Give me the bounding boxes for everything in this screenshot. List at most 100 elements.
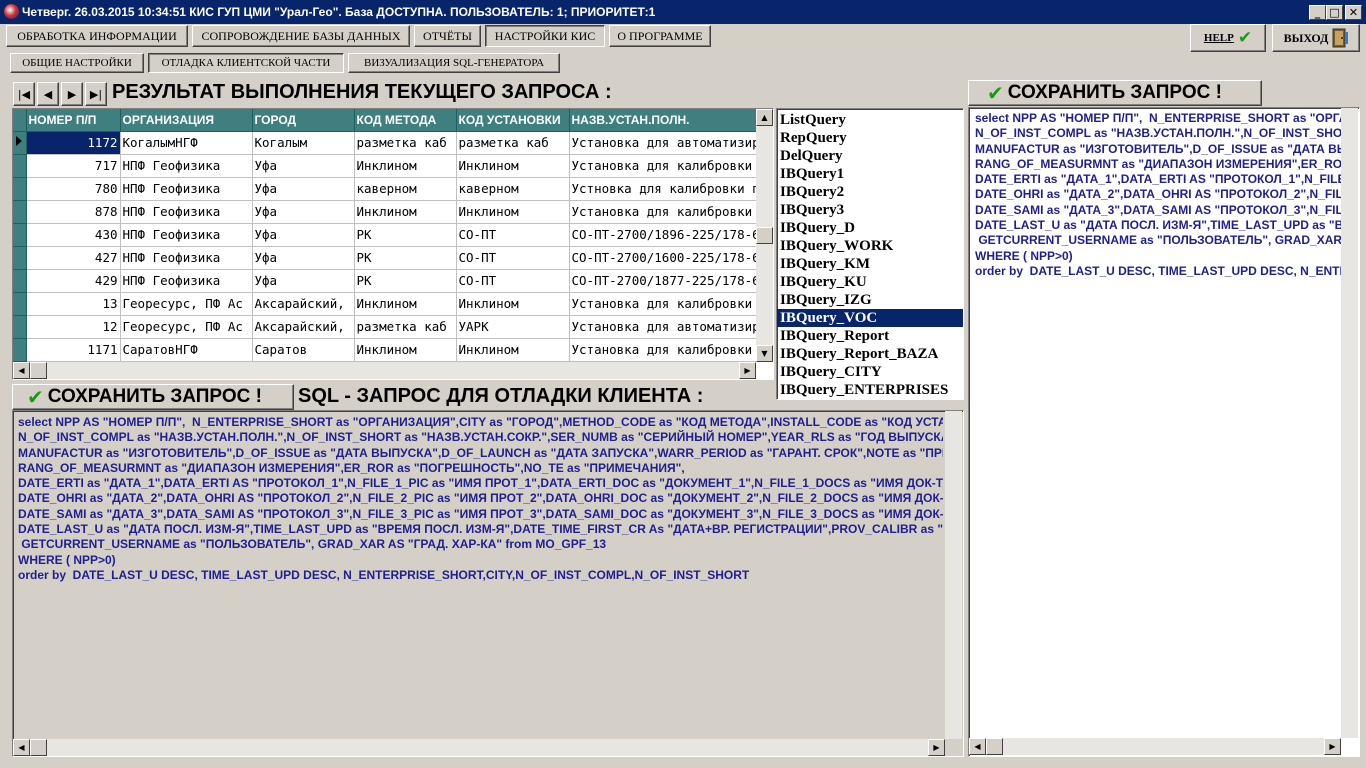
table-cell[interactable]: каверном bbox=[456, 177, 570, 201]
table-cell[interactable]: Инклином bbox=[354, 338, 457, 362]
tab-settings[interactable]: НАСТРОЙКИ КИС bbox=[485, 25, 605, 47]
tab-database-maintenance[interactable]: СОПРОВОЖДЕНИЕ БАЗЫ ДАННЫХ bbox=[192, 25, 410, 47]
maximize-button[interactable]: □ bbox=[1326, 5, 1343, 20]
table-cell[interactable]: 780 bbox=[26, 177, 121, 201]
table-cell[interactable]: КогалымНГФ bbox=[120, 131, 253, 155]
exit-button[interactable]: ВЫХОД bbox=[1272, 24, 1360, 52]
table-cell[interactable]: Установка для автоматизир bbox=[569, 315, 758, 339]
row-indicator[interactable] bbox=[13, 154, 27, 178]
tab-about[interactable]: О ПРОГРАММЕ bbox=[609, 25, 711, 47]
scroll-left-icon[interactable]: ◀ bbox=[969, 738, 986, 755]
table-cell[interactable]: 1171 bbox=[26, 338, 121, 362]
scroll-right-icon[interactable]: ▶ bbox=[928, 739, 945, 756]
table-row[interactable]: 12 Георесурс, ПФ Ас Аксарайский, разметка к… bbox=[13, 315, 758, 339]
table-cell[interactable]: Инклином bbox=[354, 154, 457, 178]
table-row[interactable]: 1172 КогалымНГФ Когалым разметка каб разметк… bbox=[13, 131, 758, 155]
table-cell[interactable]: 1172 bbox=[26, 131, 121, 155]
table-row[interactable]: 780 НПФ Геофизика Уфа каверном каверном Устно… bbox=[13, 177, 758, 201]
table-cell[interactable]: Установка для калибровки bbox=[569, 292, 758, 316]
scroll-thumb-horizontal[interactable] bbox=[30, 739, 47, 756]
table-cell[interactable]: 12 bbox=[26, 315, 121, 339]
table-cell[interactable]: Установка для калибровки bbox=[569, 338, 758, 362]
table-cell[interactable]: НПФ Геофизика bbox=[120, 246, 253, 270]
column-header[interactable]: НОМЕР П/П bbox=[26, 109, 121, 132]
table-row[interactable]: 429 НПФ Геофизика Уфа РК СО-ПТ СО-ПТ-2700/187… bbox=[13, 269, 758, 293]
row-indicator[interactable] bbox=[13, 177, 27, 201]
row-indicator[interactable] bbox=[13, 223, 27, 247]
sql-memo[interactable]: select NPP AS "НОМЕР П/П", N_ENTERPRISE_… bbox=[12, 410, 964, 757]
subtab-client-debug[interactable]: ОТЛАДКА КЛИЕНТСКОЙ ЧАСТИ bbox=[148, 53, 344, 73]
query-list-item[interactable]: IBQuery2 bbox=[777, 183, 963, 201]
table-cell[interactable]: НПФ Геофизика bbox=[120, 269, 253, 293]
table-cell[interactable]: СО-ПТ bbox=[456, 246, 570, 270]
query-list[interactable]: ListQuery RepQuery DelQuery IBQuery1 IBQuery… bbox=[776, 108, 964, 400]
table-cell[interactable]: Аксарайский, bbox=[252, 292, 355, 316]
sql-horizontal-scrollbar[interactable]: ◀ ▶ bbox=[13, 739, 945, 756]
save-query-button[interactable]: ✔ СОХРАНИТЬ ЗАПРОС ! bbox=[12, 384, 294, 410]
query-list-item[interactable]: IBQuery_Report_BAZA bbox=[777, 345, 963, 363]
grid-vertical-scrollbar[interactable]: ▲ ▼ bbox=[756, 109, 773, 362]
column-header[interactable]: ГОРОД bbox=[252, 109, 355, 132]
table-row[interactable]: 1171 СаратовНГФ Саратов Инклином Инклином Уст… bbox=[13, 338, 758, 362]
query-list-item[interactable]: IBQuery_VOC bbox=[777, 309, 963, 327]
table-cell[interactable]: РК bbox=[354, 223, 457, 247]
query-list-item[interactable]: IBQuery_WORK bbox=[777, 237, 963, 255]
query-list-item[interactable]: IBQuery_CITY bbox=[777, 363, 963, 381]
row-indicator[interactable] bbox=[13, 338, 27, 362]
query-list-item[interactable]: IBQuery3 bbox=[777, 201, 963, 219]
table-cell[interactable]: Уфа bbox=[252, 200, 355, 224]
table-row[interactable]: 427 НПФ Геофизика Уфа РК СО-ПТ СО-ПТ-2700/160… bbox=[13, 246, 758, 270]
table-cell[interactable]: НПФ Геофизика bbox=[120, 200, 253, 224]
sql-vertical-scrollbar[interactable] bbox=[945, 411, 962, 739]
table-cell[interactable]: 13 bbox=[26, 292, 121, 316]
table-row[interactable]: 430 НПФ Геофизика Уфа РК СО-ПТ СО-ПТ-2700/189… bbox=[13, 223, 758, 247]
table-cell[interactable]: разметка каб bbox=[354, 315, 457, 339]
table-cell[interactable]: РК bbox=[354, 246, 457, 270]
table-cell[interactable]: СО-ПТ-2700/1896-225/178-6 bbox=[569, 223, 758, 247]
scroll-left-icon[interactable]: ◀ bbox=[13, 739, 30, 756]
table-cell[interactable]: СО-ПТ-2700/1877-225/178-6 bbox=[569, 269, 758, 293]
query-list-item[interactable]: IBQuery_KU bbox=[777, 273, 963, 291]
query-list-item[interactable]: IBQuery_IZG bbox=[777, 291, 963, 309]
column-header[interactable]: КОД МЕТОДА bbox=[354, 109, 457, 132]
subtab-sql-generator[interactable]: ВИЗУАЛИЗАЦИЯ SQL-ГЕНЕРАТОРА bbox=[348, 53, 560, 73]
table-cell[interactable]: НПФ Геофизика bbox=[120, 223, 253, 247]
row-indicator[interactable] bbox=[13, 200, 27, 224]
row-indicator[interactable] bbox=[13, 269, 27, 293]
table-row[interactable]: 717 НПФ Геофизика Уфа Инклином Инклином Устан… bbox=[13, 154, 758, 178]
query-list-item[interactable]: RepQuery bbox=[777, 129, 963, 147]
scroll-thumb[interactable] bbox=[756, 227, 773, 244]
table-cell[interactable]: Когалым bbox=[252, 131, 355, 155]
table-cell[interactable]: Инклином bbox=[456, 338, 570, 362]
help-button[interactable]: HELP ✔ bbox=[1190, 24, 1266, 52]
last-record-icon[interactable]: ▶| bbox=[85, 82, 107, 106]
query-list-item[interactable]: IBQuery_ENTERPRISES bbox=[777, 381, 963, 399]
prior-record-icon[interactable]: ◀ bbox=[37, 82, 59, 106]
query-list-item[interactable]: ListQuery bbox=[777, 111, 963, 129]
table-cell[interactable]: Инклином bbox=[456, 154, 570, 178]
table-cell[interactable]: СаратовНГФ bbox=[120, 338, 253, 362]
next-record-icon[interactable]: ▶ bbox=[61, 82, 83, 106]
scroll-down-icon[interactable]: ▼ bbox=[756, 345, 773, 362]
table-cell[interactable]: Установка для автоматизир bbox=[569, 131, 758, 155]
table-cell[interactable]: 429 bbox=[26, 269, 121, 293]
table-cell[interactable]: НПФ Геофизика bbox=[120, 154, 253, 178]
column-header[interactable]: НАЗВ.УСТАН.ПОЛН. bbox=[569, 109, 758, 132]
table-row[interactable]: 878 НПФ Геофизика Уфа Инклином Инклином Устан… bbox=[13, 200, 758, 224]
grid-horizontal-scrollbar[interactable]: ◀ ▶ bbox=[13, 362, 756, 379]
table-cell[interactable]: УАРК bbox=[456, 315, 570, 339]
table-cell[interactable]: Установка для калибровки bbox=[569, 200, 758, 224]
scroll-thumb-horizontal[interactable] bbox=[30, 362, 47, 379]
table-cell[interactable]: Аксарайский, bbox=[252, 315, 355, 339]
table-cell[interactable]: Уфа bbox=[252, 223, 355, 247]
query-list-item[interactable]: IBQuery_D bbox=[777, 219, 963, 237]
table-cell[interactable]: СО-ПТ bbox=[456, 269, 570, 293]
table-cell[interactable]: Инклином bbox=[354, 292, 457, 316]
table-cell[interactable]: СО-ПТ bbox=[456, 223, 570, 247]
table-cell[interactable]: Устновка для калибровки п bbox=[569, 177, 758, 201]
close-button[interactable]: ✕ bbox=[1345, 5, 1362, 20]
table-cell[interactable]: Георесурс, ПФ Ас bbox=[120, 292, 253, 316]
row-indicator[interactable] bbox=[13, 292, 27, 316]
table-cell[interactable]: Инклином bbox=[354, 200, 457, 224]
table-cell[interactable]: Инклином bbox=[456, 292, 570, 316]
